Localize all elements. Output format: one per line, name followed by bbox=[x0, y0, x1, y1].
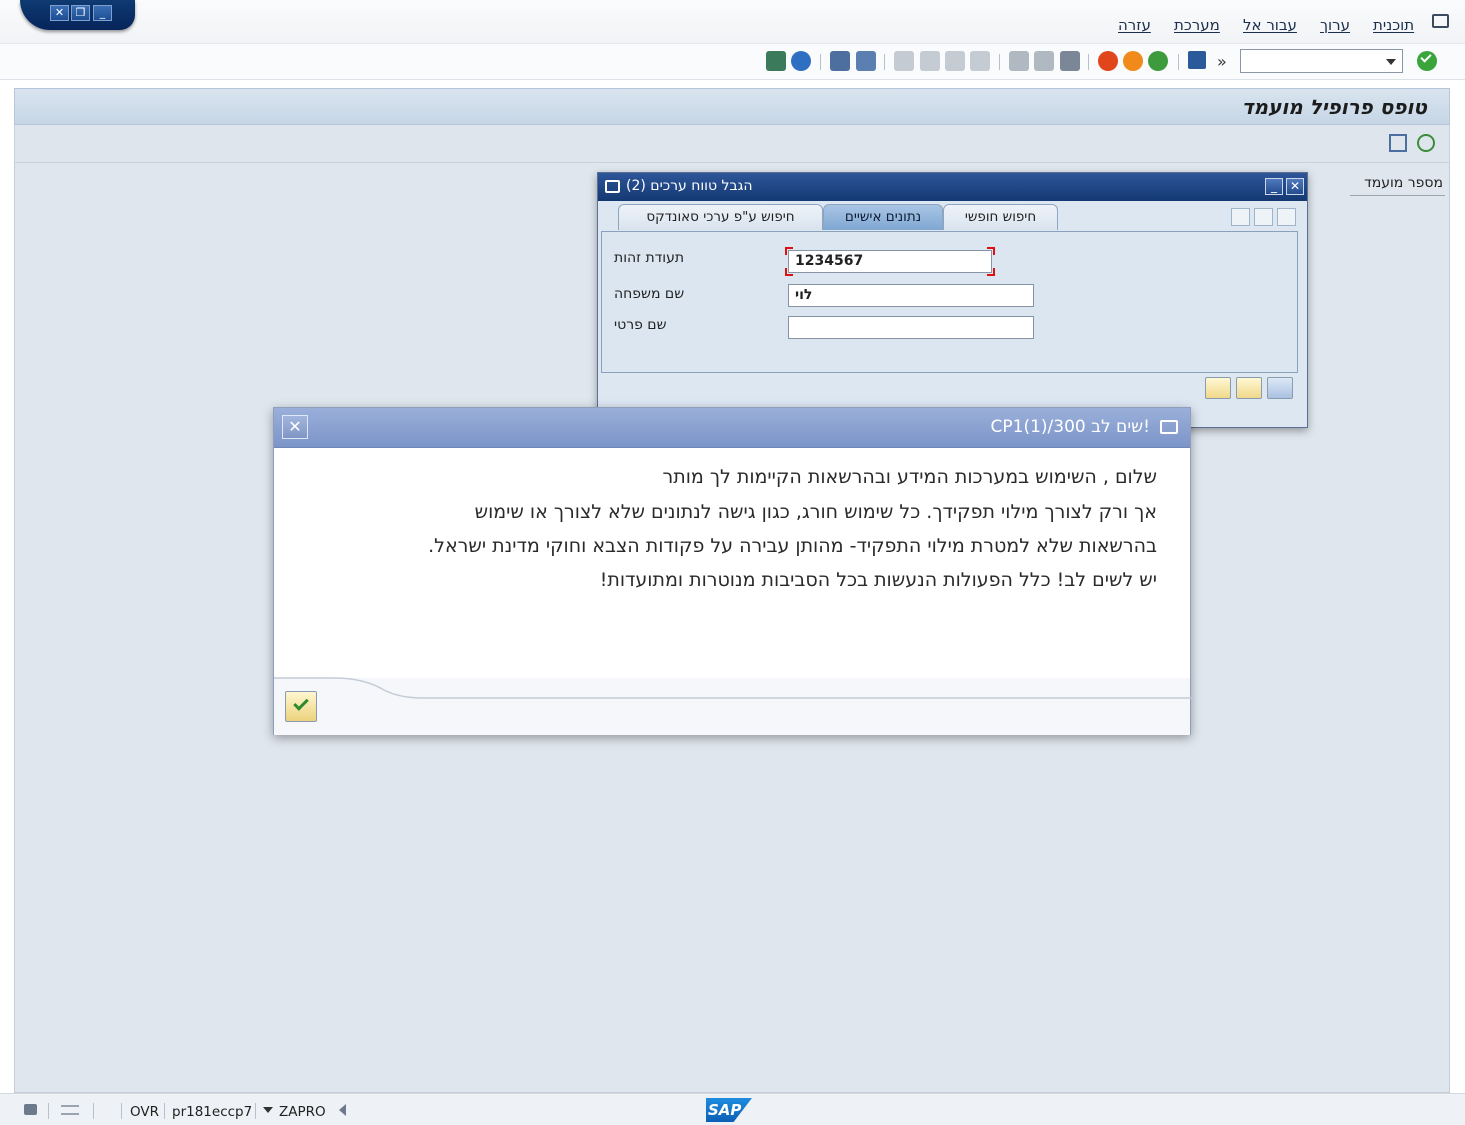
exit-icon[interactable] bbox=[1432, 14, 1449, 28]
focus-corner bbox=[785, 268, 793, 276]
label-underline bbox=[1350, 195, 1445, 196]
id-number-input[interactable]: 1234567 bbox=[788, 250, 992, 273]
focus-corner bbox=[785, 247, 793, 255]
tab-scroll-left-icon[interactable] bbox=[1231, 208, 1250, 226]
toolbar-separator bbox=[999, 54, 1000, 70]
next-page-icon[interactable] bbox=[945, 51, 965, 71]
warning-dialog: ✕ CP1(1)/300 שים לב! שלום , השימוש במערכ… bbox=[273, 407, 1192, 735]
window-controls: ✕ ❐ _ bbox=[20, 0, 135, 30]
insert-mode: OVR bbox=[130, 1104, 160, 1120]
status-separator bbox=[48, 1103, 49, 1119]
back-icon[interactable] bbox=[1148, 51, 1168, 71]
cancel-icon[interactable] bbox=[1098, 51, 1118, 71]
last-page-icon[interactable] bbox=[970, 51, 990, 71]
collapse-status-icon[interactable] bbox=[339, 1104, 346, 1116]
expand-toolbar-icon[interactable]: » bbox=[1217, 52, 1227, 71]
menu-item-help[interactable]: עזרה bbox=[1118, 16, 1151, 34]
sap-logo: SAP bbox=[706, 1098, 752, 1122]
tab-free-search[interactable]: חיפוש חופשי bbox=[943, 204, 1058, 230]
first-name-label: שם פרטי bbox=[614, 317, 667, 333]
transfer-icon bbox=[61, 1105, 79, 1115]
warning-dialog-footer bbox=[274, 677, 1192, 735]
standard-toolbar: » bbox=[0, 44, 1465, 80]
client-name: ZAPRO bbox=[279, 1104, 326, 1120]
server-name: pr181eccp7 bbox=[172, 1104, 253, 1120]
warning-dialog-header: ✕ CP1(1)/300 שים לב! bbox=[274, 408, 1190, 448]
tab-panel: תעודת זהות 1234567 שם משפחה לוי שם פרטי bbox=[601, 231, 1298, 373]
create-session-icon[interactable] bbox=[856, 51, 876, 71]
close-warning-button[interactable]: ✕ bbox=[282, 415, 308, 439]
tab-soundex-search[interactable]: חיפוש ע"פ ערכי סאונדקס bbox=[618, 204, 823, 230]
close-dialog-button[interactable]: ✕ bbox=[1286, 178, 1304, 195]
dialog-icon bbox=[605, 180, 620, 193]
candidate-number-label: מספר מועמד bbox=[1364, 175, 1443, 191]
command-field[interactable] bbox=[1240, 49, 1403, 73]
application-toolbar bbox=[14, 125, 1450, 163]
page-title: טופס פרופיל מועמד bbox=[1241, 95, 1427, 119]
dialog-icon bbox=[1160, 420, 1178, 434]
message-line: אך ורק לצורך מילוי תפקידך. כל שימוש חורג… bbox=[474, 501, 1157, 523]
warning-dialog-title: CP1(1)/300 שים לב! bbox=[990, 417, 1150, 437]
menu-item-edit[interactable]: ערוך bbox=[1320, 16, 1350, 34]
close-window-button[interactable]: ✕ bbox=[50, 5, 69, 21]
system-info-dropdown-icon[interactable] bbox=[263, 1107, 273, 1113]
exit-nav-icon[interactable] bbox=[1123, 51, 1143, 71]
find-icon[interactable] bbox=[1009, 51, 1029, 71]
title-bar: טופס פרופיל מועמד bbox=[14, 88, 1450, 125]
print-icon[interactable] bbox=[1060, 51, 1080, 71]
id-number-label: תעודת זהות bbox=[614, 250, 685, 266]
focus-corner bbox=[987, 247, 995, 255]
check-icon bbox=[293, 695, 309, 711]
menu-item-goto[interactable]: עבור אל bbox=[1243, 16, 1297, 34]
focus-corner bbox=[987, 268, 995, 276]
last-name-input[interactable]: לוי bbox=[788, 284, 1034, 307]
multiple-selection-icon[interactable] bbox=[1389, 134, 1407, 152]
tab-strip: חיפוש חופשי נתונים אישיים חיפוש ע"פ ערכי… bbox=[598, 201, 1307, 231]
menu-item-program[interactable]: תוכנית bbox=[1373, 16, 1414, 34]
status-separator bbox=[255, 1103, 256, 1119]
confirm-button[interactable] bbox=[1205, 377, 1231, 399]
toolbar-separator bbox=[884, 54, 885, 70]
lock-icon bbox=[24, 1104, 37, 1115]
find-next-icon[interactable] bbox=[1034, 51, 1054, 71]
last-name-label: שם משפחה bbox=[614, 286, 685, 302]
ok-button[interactable] bbox=[285, 691, 317, 722]
message-line: יש לשים לב! כלל הפעולות הנעשות בכל הסביב… bbox=[599, 569, 1157, 591]
tab-scroll-right-icon[interactable] bbox=[1254, 208, 1273, 226]
multiple-selection-button[interactable] bbox=[1236, 377, 1262, 399]
toolbar-separator bbox=[1088, 54, 1089, 70]
restore-window-button[interactable]: ❐ bbox=[71, 5, 90, 21]
footer-divider bbox=[274, 677, 1192, 699]
status-bar: OVR pr181eccp7 ZAPRO SAP bbox=[0, 1093, 1465, 1125]
save-icon[interactable] bbox=[1188, 51, 1206, 69]
customize-layout-icon[interactable] bbox=[766, 51, 786, 71]
message-line: בהרשאות שלא למטרת מילוי התפקיד- מהותן עב… bbox=[428, 535, 1157, 557]
status-separator bbox=[93, 1103, 94, 1119]
dropdown-arrow-icon[interactable] bbox=[1386, 59, 1396, 65]
previous-page-icon[interactable] bbox=[920, 51, 940, 71]
new-window-icon[interactable] bbox=[830, 51, 850, 71]
minimize-dialog-button[interactable]: _ bbox=[1265, 178, 1283, 195]
first-page-icon[interactable] bbox=[894, 51, 914, 71]
dialog-header: (2) הגבל טווח ערכים _ ✕ bbox=[598, 173, 1307, 201]
menu-bar: תוכנית ערוך עבור אל מערכת עזרה bbox=[0, 0, 1465, 44]
menu-item-system[interactable]: מערכת bbox=[1174, 16, 1220, 34]
tab-list-icon[interactable] bbox=[1277, 208, 1296, 226]
toolbar-separator bbox=[1178, 54, 1179, 70]
restrict-value-range-dialog: (2) הגבל טווח ערכים _ ✕ חיפוש חופשי נתונ… bbox=[597, 172, 1308, 428]
tab-personal-data[interactable]: נתונים אישיים bbox=[823, 204, 943, 230]
minimize-window-button[interactable]: _ bbox=[93, 5, 112, 21]
cancel-dialog-button[interactable] bbox=[1267, 377, 1293, 399]
toolbar-separator bbox=[820, 54, 821, 70]
dialog-title: (2) הגבל טווח ערכים bbox=[626, 178, 753, 194]
help-icon[interactable] bbox=[791, 51, 811, 71]
message-line: שלום , השימוש במערכות המידע ובהרשאות הקי… bbox=[662, 466, 1157, 488]
status-separator bbox=[164, 1103, 165, 1119]
first-name-input[interactable] bbox=[788, 316, 1034, 339]
execute-icon[interactable] bbox=[1417, 134, 1435, 152]
status-separator bbox=[121, 1103, 122, 1119]
